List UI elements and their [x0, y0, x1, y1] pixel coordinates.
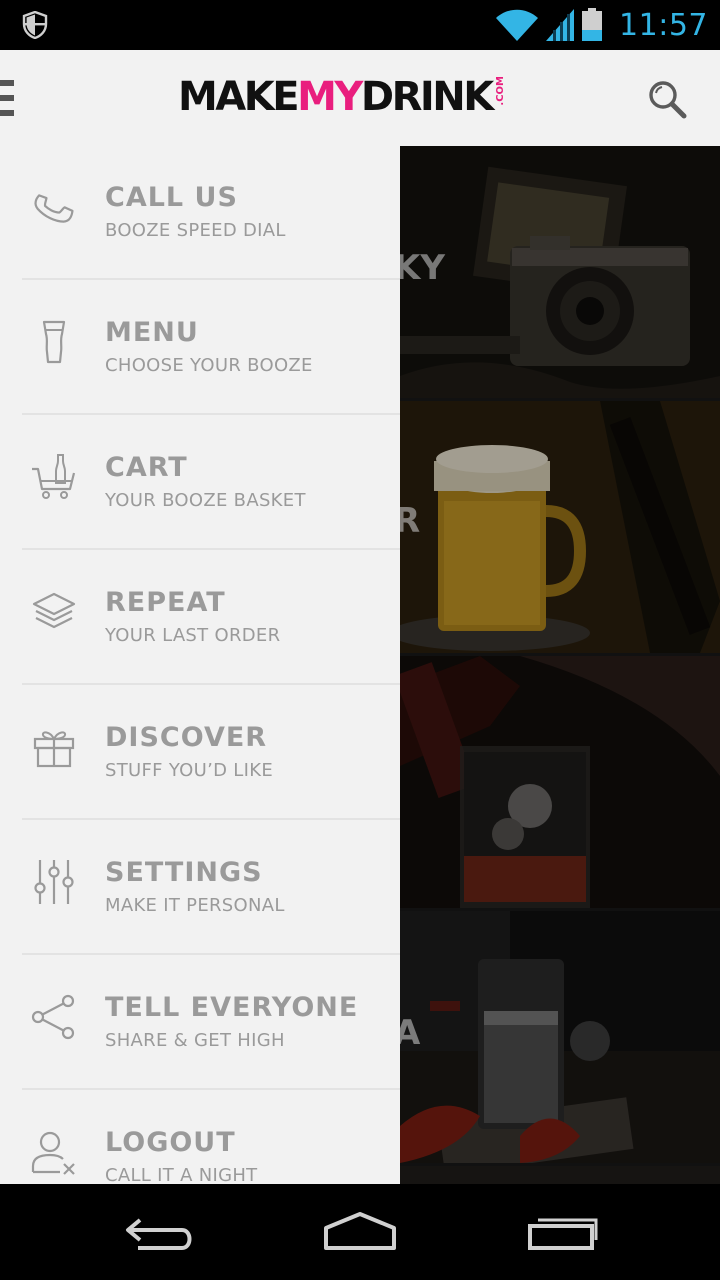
tile-label: A [400, 1013, 421, 1053]
drawer-item-repeat[interactable]: REPEAT YOUR LAST ORDER [22, 551, 400, 685]
shield-icon [22, 11, 48, 39]
sliders-icon [34, 860, 74, 904]
category-tile[interactable] [400, 656, 720, 908]
divider [22, 413, 400, 415]
pint-glass-icon [42, 320, 66, 364]
user-logout-icon [31, 1131, 75, 1175]
divider [22, 683, 400, 685]
drawer-item-subtitle: YOUR BOOZE BASKET [105, 490, 306, 511]
drawer-item-title: CALL US [105, 182, 238, 213]
drawer-item-title: REPEAT [105, 587, 226, 618]
logo-dotcom: .COM [494, 76, 506, 106]
status-bar: 11:57 [0, 0, 720, 50]
drawer-item-title: LOGOUT [105, 1127, 236, 1158]
divider [22, 1088, 400, 1090]
drawer-item-subtitle: YOUR LAST ORDER [105, 625, 281, 646]
tile-label: KY [400, 248, 445, 288]
logo-drink: DRINK [360, 74, 494, 120]
phone-icon [34, 194, 74, 223]
recents-icon[interactable] [522, 1210, 602, 1254]
app-header: MAKE MY DRINK .COM [0, 50, 720, 146]
home-icon[interactable] [320, 1210, 400, 1254]
category-list: KY R A [400, 146, 720, 1184]
menu-icon[interactable] [0, 80, 14, 116]
drawer-item-settings[interactable]: SETTINGS MAKE IT PERSONAL [22, 821, 400, 955]
drawer-item-title: DISCOVER [105, 722, 268, 753]
drawer-item-call-us[interactable]: CALL US BOOZE SPEED DIAL [22, 146, 400, 280]
drawer-item-subtitle: MAKE IT PERSONAL [105, 895, 285, 916]
signal-icon [546, 9, 575, 41]
layers-icon [32, 592, 76, 629]
drawer-item-cart[interactable]: CART YOUR BOOZE BASKET [22, 416, 400, 550]
tile-label: R [400, 501, 421, 541]
gift-icon [33, 731, 75, 768]
back-icon[interactable] [120, 1210, 200, 1254]
system-nav-bar [0, 1184, 720, 1280]
drawer-item-subtitle: BOOZE SPEED DIAL [105, 220, 286, 241]
drawer-item-title: MENU [105, 317, 199, 348]
divider [22, 953, 400, 955]
drawer-item-logout[interactable]: LOGOUT CALL IT A NIGHT [22, 1091, 400, 1184]
wifi-icon [496, 9, 539, 41]
app-logo: MAKE MY DRINK .COM [178, 72, 506, 122]
vodka-shot-photo [400, 911, 720, 1163]
drawer-item-title: CART [105, 452, 188, 483]
drawer-item-subtitle: STUFF YOU’D LIKE [105, 760, 273, 781]
logo-my: MY [297, 74, 363, 120]
drawer-item-title: TELL EVERYONE [105, 992, 359, 1023]
navigation-drawer: CALL US BOOZE SPEED DIAL MENU CHOOSE YOU… [0, 146, 400, 1184]
category-tile[interactable]: R [400, 401, 720, 653]
drawer-item-subtitle: SHARE & GET HIGH [105, 1030, 285, 1051]
battery-icon [582, 8, 603, 41]
category-tile[interactable]: A [400, 911, 720, 1163]
whisky-camera-photo [400, 146, 720, 398]
divider [22, 278, 400, 280]
clock: 11:57 [619, 7, 708, 43]
search-icon[interactable] [646, 78, 690, 122]
beer-mug-photo [400, 401, 720, 653]
cart-icon [32, 454, 76, 499]
cocktail-glass-photo [400, 656, 720, 908]
category-tile[interactable] [400, 1166, 720, 1184]
drawer-item-discover[interactable]: DISCOVER STUFF YOU’D LIKE [22, 686, 400, 820]
logo-make: MAKE [178, 74, 300, 120]
drawer-item-subtitle: CALL IT A NIGHT [105, 1165, 258, 1184]
category-tile[interactable]: KY [400, 146, 720, 398]
drawer-item-tell-everyone[interactable]: TELL EVERYONE SHARE & GET HIGH [22, 956, 400, 1090]
divider [22, 548, 400, 550]
share-icon [31, 994, 75, 1040]
drawer-item-subtitle: CHOOSE YOUR BOOZE [105, 355, 313, 376]
divider [22, 818, 400, 820]
drawer-item-menu[interactable]: MENU CHOOSE YOUR BOOZE [22, 281, 400, 415]
drawer-item-title: SETTINGS [105, 857, 263, 888]
